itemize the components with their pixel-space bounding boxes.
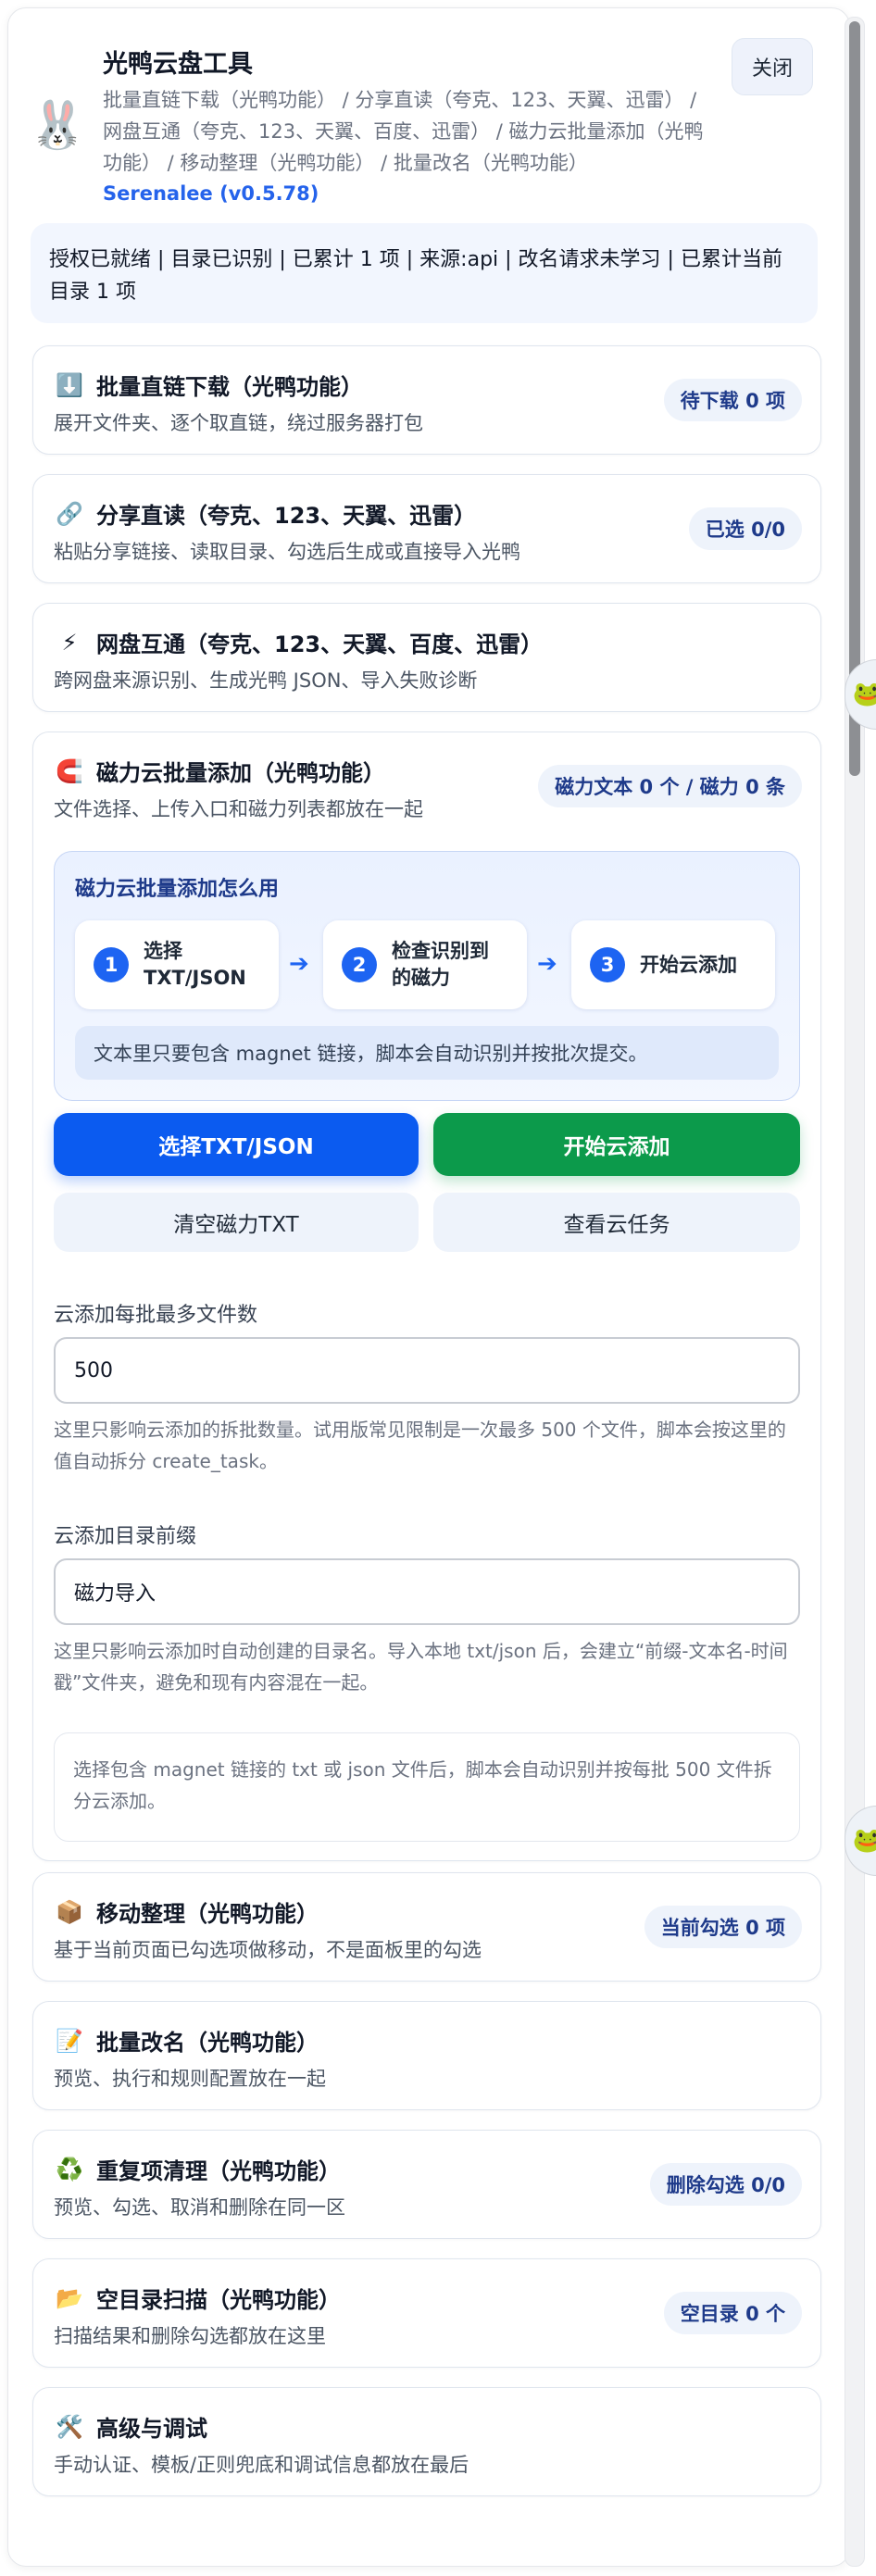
lightning-icon: ⚡ <box>61 629 78 656</box>
section-title: 分享直读（夸克、123、天翼、迅雷） <box>96 503 477 529</box>
section-subtitle: 预览、勾选、取消和删除在同一区 <box>54 2196 345 2219</box>
section-advanced[interactable]: 🛠️ 高级与调试 手动认证、模板/正则兜底和调试信息都放在最后 <box>32 2387 821 2496</box>
step-select-file: 1 选择 TXT/JSON <box>75 920 279 1009</box>
scrollbar[interactable] <box>845 17 865 2567</box>
section-subtitle: 展开文件夹、逐个取直链，绕过服务器打包 <box>54 412 423 434</box>
section-subtitle: 手动认证、模板/正则兜底和调试信息都放在最后 <box>54 2454 469 2476</box>
section-title: 网盘互通（夸克、123、天翼、百度、迅雷） <box>96 631 544 657</box>
section-cross-disk[interactable]: ⚡ 网盘互通（夸克、123、天翼、百度、迅雷） 跨网盘来源识别、生成光鸭 JSON… <box>32 603 821 712</box>
section-subtitle: 粘贴分享链接、读取目录、勾选后生成或直接导入光鸭 <box>54 541 520 563</box>
status-badge: 当前勾选 0 项 <box>644 1906 802 1948</box>
arrow-right-icon: ➔ <box>537 950 557 978</box>
magnet-info-box: 选择包含 magnet 链接的 txt 或 json 文件后，脚本会自动识别并按… <box>54 1732 800 1842</box>
dir-prefix-input[interactable] <box>54 1558 800 1625</box>
howto-note: 文本里只要包含 magnet 链接，脚本会自动识别并按批次提交。 <box>75 1026 779 1080</box>
step-number: 3 <box>590 947 625 982</box>
section-title: 磁力云批量添加（光鸭功能） <box>96 760 385 786</box>
status-badge: 待下载 0 项 <box>663 379 802 421</box>
memo-icon: 📝 <box>56 2027 83 2054</box>
panel-header: 🐰 光鸭云盘工具 批量直链下载（光鸭功能） / 分享直读（夸克、123、天翼、迅… <box>8 8 849 205</box>
batch-size-input[interactable] <box>54 1337 800 1404</box>
start-cloud-add-button[interactable]: 开始云添加 <box>433 1113 800 1176</box>
section-subtitle: 扫描结果和删除勾选都放在这里 <box>54 2325 326 2347</box>
batch-size-label: 云添加每批最多文件数 <box>54 1304 258 1327</box>
folder-icon: 📂 <box>56 2284 83 2311</box>
dir-prefix-help: 这里只影响云添加时自动创建的目录名。导入本地 txt/json 后，会建立“前缀… <box>54 1640 788 1694</box>
section-share-read[interactable]: 🔗 分享直读（夸克、123、天翼、迅雷） 粘贴分享链接、读取目录、勾选后生成或直接… <box>32 474 821 583</box>
howto-panel: 磁力云批量添加怎么用 1 选择 TXT/JSON ➔ 2 检查识别到 的磁力 ➔… <box>54 851 800 1101</box>
section-title: 高级与调试 <box>96 2416 207 2442</box>
section-title: 批量直链下载（光鸭功能） <box>96 374 363 400</box>
magnet-icon: 🧲 <box>56 757 83 784</box>
package-icon: 📦 <box>56 1898 83 1925</box>
section-dedupe[interactable]: ♻️ 重复项清理（光鸭功能） 预览、勾选、取消和删除在同一区 删除勾选 0/0 <box>32 2130 821 2239</box>
status-badge: 空目录 0 个 <box>663 2292 802 2334</box>
tool-panel: 🐰 光鸭云盘工具 批量直链下载（光鸭功能） / 分享直读（夸克、123、天翼、迅… <box>7 7 850 2567</box>
step-check-magnet: 2 检查识别到 的磁力 <box>323 920 527 1009</box>
step-number: 2 <box>342 947 377 982</box>
step-label: 开始云添加 <box>640 953 737 976</box>
section-title: 重复项清理（光鸭功能） <box>96 2158 341 2184</box>
section-magnet: 🧲 磁力云批量添加（光鸭功能） 文件选择、上传入口和磁力列表都放在一起 磁力文本 … <box>32 732 821 1861</box>
section-title: 移动整理（光鸭功能） <box>96 1901 319 1927</box>
tools-icon: 🛠️ <box>56 2413 83 2440</box>
section-empty-dir[interactable]: 📂 空目录扫描（光鸭功能） 扫描结果和删除勾选都放在这里 空目录 0 个 <box>32 2258 821 2368</box>
section-subtitle: 文件选择、上传入口和磁力列表都放在一起 <box>54 798 423 820</box>
dir-prefix-label: 云添加目录前缀 <box>54 1525 197 1548</box>
rabbit-icon: 🐰 <box>29 98 87 152</box>
close-button[interactable]: 关闭 <box>732 38 813 95</box>
status-box: 授权已就绪 | 目录已识别 | 已累计 1 项 | 来源:api | 改名请求未… <box>31 223 818 323</box>
section-move[interactable]: 📦 移动整理（光鸭功能） 基于当前页面已勾选项做移动，不是面板里的勾选 当前勾选 … <box>32 1872 821 1982</box>
section-title: 空目录扫描（光鸭功能） <box>96 2287 341 2313</box>
recycle-icon: ♻️ <box>56 2156 83 2182</box>
status-badge: 磁力文本 0 个 / 磁力 0 条 <box>538 765 802 807</box>
view-cloud-tasks-button[interactable]: 查看云任务 <box>433 1193 800 1252</box>
scrollbar-thumb[interactable] <box>849 21 860 776</box>
app-description: 批量直链下载（光鸭功能） / 分享直读（夸克、123、天翼、迅雷） / 网盘互通… <box>103 89 704 174</box>
status-badge: 已选 0/0 <box>688 507 802 550</box>
section-rename[interactable]: 📝 批量改名（光鸭功能） 预览、执行和规则配置放在一起 <box>32 2001 821 2110</box>
step-label: 检查识别到 的磁力 <box>392 940 489 989</box>
section-title: 批量改名（光鸭功能） <box>96 2030 319 2056</box>
step-number: 1 <box>94 947 129 982</box>
download-icon: ⬇️ <box>56 371 83 398</box>
arrow-right-icon: ➔ <box>289 950 309 978</box>
status-badge: 删除勾选 0/0 <box>649 2163 802 2206</box>
howto-title: 磁力云批量添加怎么用 <box>75 878 280 901</box>
clear-magnet-button[interactable]: 清空磁力TXT <box>54 1193 419 1252</box>
section-subtitle: 基于当前页面已勾选项做移动，不是面板里的勾选 <box>54 1939 482 1961</box>
step-start-cloud-add: 3 开始云添加 <box>571 920 775 1009</box>
step-label: 选择 TXT/JSON <box>144 940 246 989</box>
batch-size-help: 这里只影响云添加的拆批数量。试用版常见限制是一次最多 500 个文件，脚本会按这… <box>54 1419 786 1472</box>
section-direct-download[interactable]: ⬇️ 批量直链下载（光鸭功能） 展开文件夹、逐个取直链，绕过服务器打包 待下载 0… <box>32 345 821 455</box>
section-subtitle: 预览、执行和规则配置放在一起 <box>54 2068 326 2090</box>
app-version[interactable]: Serenalee (v0.5.78) <box>103 182 319 205</box>
app-title: 光鸭云盘工具 <box>103 50 253 79</box>
select-file-button[interactable]: 选择TXT/JSON <box>54 1113 419 1176</box>
section-subtitle: 跨网盘来源识别、生成光鸭 JSON、导入失败诊断 <box>54 669 478 692</box>
link-icon: 🔗 <box>56 500 83 527</box>
